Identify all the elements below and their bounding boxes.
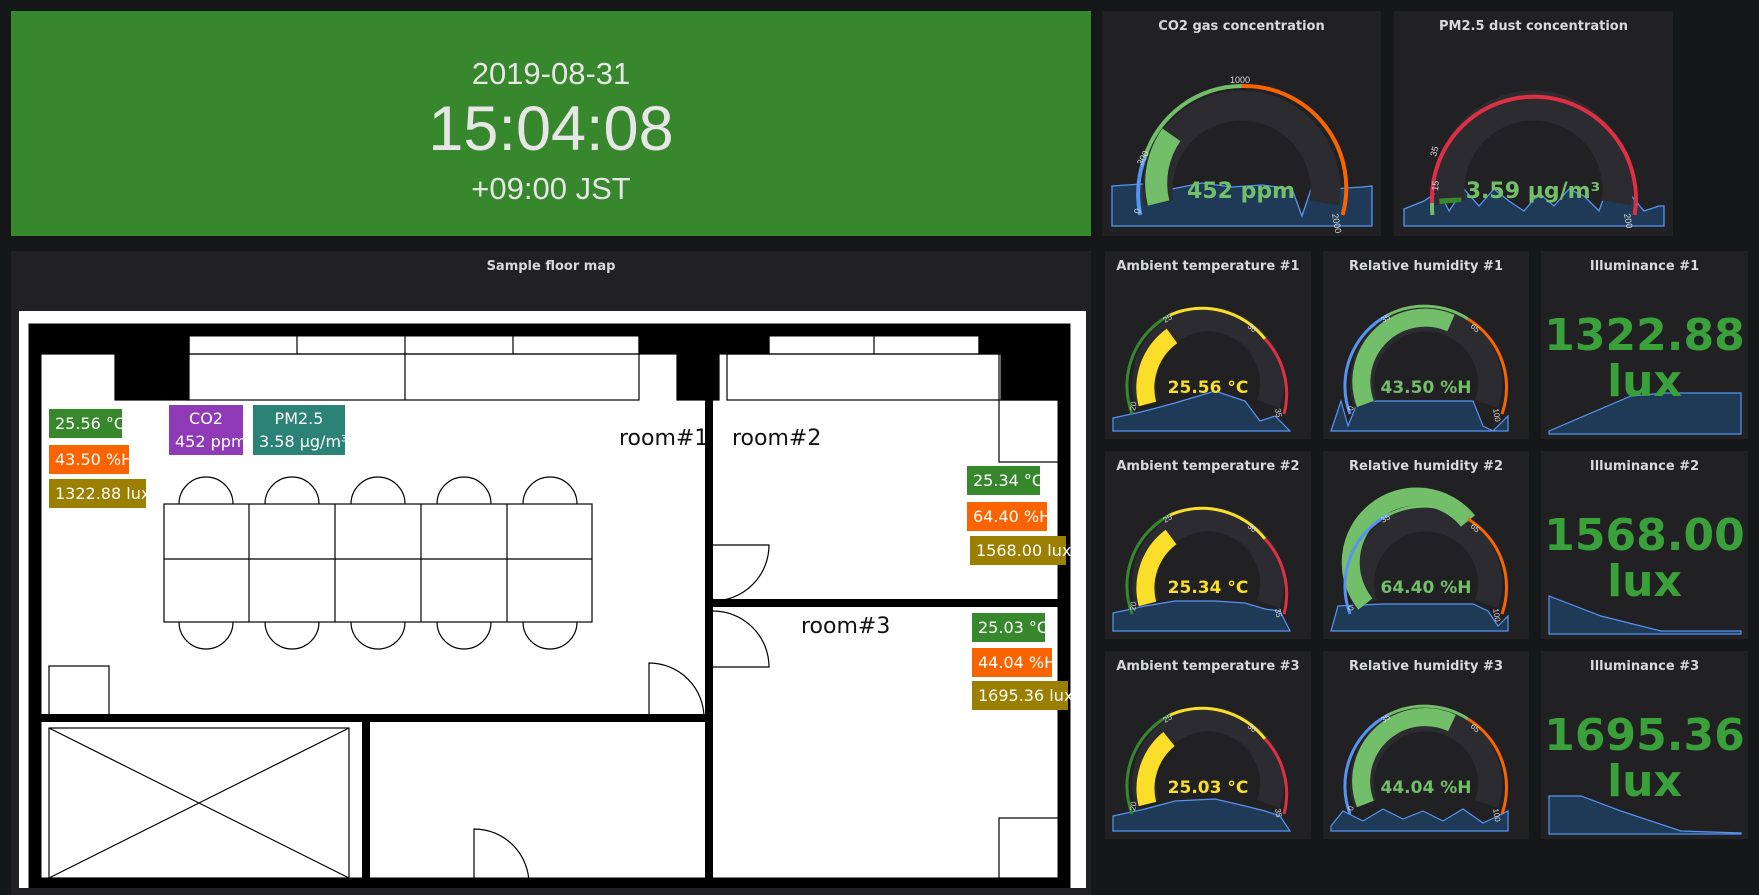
clock-time: 15:04:08	[428, 94, 674, 164]
room2-temp-tag[interactable]: 25.34 °C	[967, 466, 1043, 495]
stat-unit: lux	[1607, 756, 1682, 807]
room3-temp-tag[interactable]: 25.03 °C	[972, 613, 1048, 642]
ambient-temperature-3-panel[interactable]: Ambient temperature #3 20 25 30 35 25.03…	[1105, 651, 1311, 839]
gauge-tick: 100	[1491, 408, 1502, 423]
tag-value: 3.58 µg/m³	[259, 432, 348, 451]
clock-panel: 2019-08-31 15:04:08 +09:00 JST	[11, 11, 1091, 236]
gauge-tick: 1000	[1230, 75, 1250, 85]
room1-hum-tag[interactable]: 43.50 %H	[49, 445, 133, 474]
gauge-value: 3.59 µg/m³	[1466, 179, 1600, 204]
gauge-tick: 35	[1273, 408, 1284, 419]
temperature-gauge-chart: 20 25 30 35 25.56 °C	[1112, 306, 1292, 432]
room-label: room#3	[801, 614, 891, 639]
relative-humidity-1-panel[interactable]: Relative humidity #1 0 35 65 100 43.50 %…	[1323, 251, 1529, 439]
ambient-temperature-2-panel[interactable]: Ambient temperature #2 20 25 30 35 25.34…	[1105, 451, 1311, 639]
pm25-gauge-chart: 15 35 200 3.59 µg/m³	[1403, 90, 1665, 230]
tag-label: CO2	[189, 409, 223, 428]
gauge-value: 452 ppm	[1187, 179, 1295, 204]
room3-hum-tag[interactable]: 44.04 %H	[972, 648, 1056, 677]
gauge-value: 25.34 °C	[1168, 578, 1249, 598]
temperature-gauge-chart: 20 25 30 35 25.03 °C	[1112, 706, 1292, 832]
sparkline	[1330, 808, 1509, 832]
room2-lux-tag[interactable]: 1568.00 lux	[970, 536, 1071, 565]
illuminance-value: 1322.88 lux	[1541, 313, 1748, 405]
floor-plan-drawing	[28, 323, 1071, 888]
ambient-temperature-1-panel[interactable]: Ambient temperature #1 20 25 30 35 25.56…	[1105, 251, 1311, 439]
room1-temp-tag[interactable]: 25.56 °C	[49, 409, 125, 438]
gauge-value: 64.40 %H	[1381, 578, 1472, 598]
stat-value: 1568.00	[1544, 510, 1745, 561]
temperature-gauge-chart: 20 25 30 35 25.34 °C	[1112, 506, 1291, 632]
floor-map-canvas: room#1 room#2 room#3 25.56 °C 43.50 %H 1…	[19, 311, 1086, 888]
room1-lux-tag[interactable]: 1322.88 lux	[49, 479, 150, 508]
stat-value: 1695.36	[1544, 710, 1745, 761]
humidity-gauge-chart: 0 35 65 100 64.40 %H	[1330, 487, 1509, 632]
room-label: room#2	[732, 426, 822, 451]
room3-lux-tag[interactable]: 1695.36 lux	[972, 681, 1073, 710]
floor-map-panel[interactable]: Sample floor map room#1 room#2 room#3 25…	[11, 251, 1091, 895]
stat-unit: lux	[1607, 556, 1682, 607]
illuminance-value: 1695.36 lux	[1541, 713, 1748, 805]
tag-value: 452 ppm	[175, 432, 247, 451]
illuminance-3-panel[interactable]: Illuminance #3 1695.36 lux	[1541, 651, 1748, 839]
illuminance-1-panel[interactable]: Illuminance #1 1322.88 lux	[1541, 251, 1748, 439]
gauge-value: 44.04 %H	[1381, 778, 1472, 798]
room2-hum-tag[interactable]: 64.40 %H	[967, 502, 1051, 531]
room1-co2-tag[interactable]: CO2 452 ppm	[169, 405, 247, 455]
gauge-tick: 35	[1428, 145, 1440, 157]
gauge-tick: 15	[1430, 180, 1441, 191]
humidity-gauge-chart: 0 35 65 100 44.04 %H	[1330, 704, 1509, 832]
gauge-value: 25.56 °C	[1168, 378, 1249, 398]
humidity-gauge-chart: 0 35 65 100 43.50 %H	[1330, 304, 1509, 432]
co2-gauge-chart: 0 300 1000 2000 452 ppm	[1111, 75, 1373, 234]
gauge-tick: 35	[1273, 808, 1284, 819]
relative-humidity-2-panel[interactable]: Relative humidity #2 0 35 65 100 64.40 %…	[1323, 451, 1529, 639]
pm25-gauge-panel[interactable]: PM2.5 dust concentration 15 35 200 3.59 …	[1394, 11, 1673, 236]
gauge-value: 43.50 %H	[1381, 378, 1472, 398]
gauge-value: 25.03 °C	[1168, 778, 1249, 798]
room1-pm25-tag[interactable]: PM2.5 3.58 µg/m³	[253, 405, 348, 455]
relative-humidity-3-panel[interactable]: Relative humidity #3 0 35 65 100 44.04 %…	[1323, 651, 1529, 839]
clock-date: 2019-08-31	[471, 56, 631, 91]
gauge-tick: 200	[1622, 213, 1634, 230]
stat-value: 1322.88	[1544, 310, 1745, 361]
panel-title: Sample floor map	[486, 259, 616, 274]
illuminance-value: 1568.00 lux	[1541, 513, 1748, 605]
gauge-tick: 2000	[1330, 213, 1343, 234]
tag-label: PM2.5	[274, 409, 324, 428]
co2-gauge-panel[interactable]: CO2 gas concentration 0 300 1000 2000 45…	[1102, 11, 1381, 236]
stat-unit: lux	[1607, 356, 1682, 407]
clock-timezone: +09:00 JST	[471, 171, 631, 206]
illuminance-2-panel[interactable]: Illuminance #2 1568.00 lux	[1541, 451, 1748, 639]
room-label: room#1	[619, 426, 709, 451]
